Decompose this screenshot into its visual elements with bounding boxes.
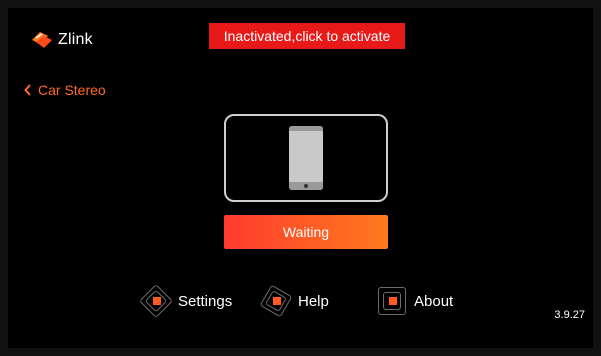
nav-about-label: About xyxy=(414,292,454,310)
waiting-button[interactable]: Waiting xyxy=(224,215,388,249)
settings-icon xyxy=(138,284,176,318)
logo-text: Zlink xyxy=(58,31,93,48)
app-screen: Zlink Inactivated,click to activate Car … xyxy=(8,8,593,348)
help-icon xyxy=(258,284,296,318)
phone-icon xyxy=(289,126,323,190)
chevron-left-icon xyxy=(24,84,31,96)
nav-settings-label: Settings xyxy=(178,292,233,310)
app-logo: Zlink xyxy=(30,30,93,50)
nav-help[interactable]: Help xyxy=(258,284,329,318)
nav-about[interactable]: About xyxy=(374,286,453,316)
version-label: 3.9.27 xyxy=(554,309,585,321)
zlink-logo-icon xyxy=(32,32,52,48)
nav-settings[interactable]: Settings xyxy=(138,284,233,318)
about-icon xyxy=(374,286,412,316)
back-button[interactable]: Car Stereo xyxy=(24,82,106,98)
bottom-nav: Settings Help About xyxy=(8,284,593,318)
back-label: Car Stereo xyxy=(38,82,106,98)
activate-banner[interactable]: Inactivated,click to activate xyxy=(209,23,405,49)
device-frame xyxy=(224,114,388,202)
nav-help-label: Help xyxy=(298,292,329,310)
